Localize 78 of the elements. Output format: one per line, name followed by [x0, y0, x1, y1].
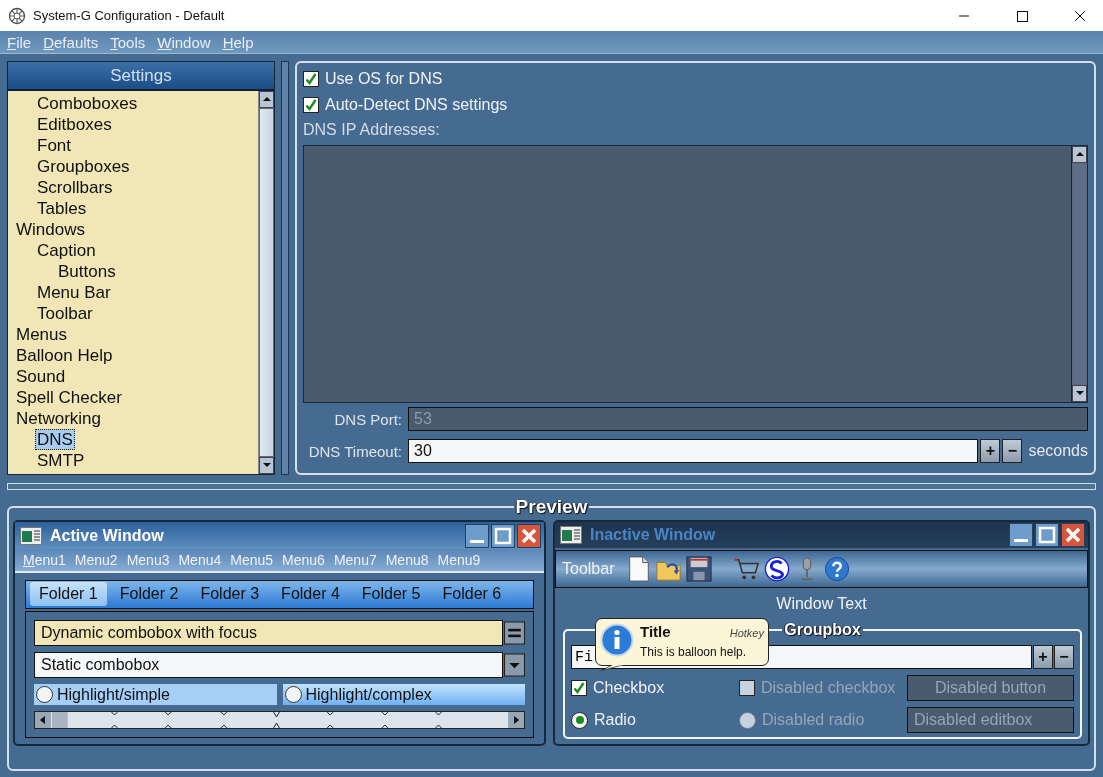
maximize-icon[interactable] — [1035, 523, 1059, 547]
tab[interactable]: Folder 2 — [110, 582, 188, 607]
tree-item[interactable]: Tables — [35, 198, 89, 219]
field-label: DNS Port: — [333, 410, 402, 428]
window-icon — [560, 526, 582, 544]
checkbox[interactable] — [571, 680, 587, 696]
checkbox-label: Use OS for DNS — [325, 70, 443, 88]
tree-item[interactable]: Font — [35, 135, 74, 156]
radio-button[interactable] — [571, 711, 588, 729]
preview-title: Preview — [514, 496, 589, 518]
close-icon[interactable] — [517, 523, 541, 548]
spin-button[interactable]: + — [1033, 645, 1053, 669]
groupbox-title: Groupbox — [783, 621, 862, 639]
radio-option[interactable]: Highlight/complex — [282, 684, 525, 705]
tree-item[interactable]: Scrollbars — [35, 177, 115, 198]
close-icon[interactable] — [1061, 523, 1085, 547]
checkbox[interactable] — [303, 97, 319, 113]
checkbox-label: Disabled checkbox — [761, 679, 896, 697]
equals-icon[interactable] — [504, 620, 525, 646]
toolbar-label: Toolbar — [562, 560, 615, 578]
spin-button[interactable]: − — [1002, 439, 1023, 463]
info-icon — [600, 623, 634, 657]
splitter-bar[interactable] — [7, 483, 1096, 490]
checkbox[interactable] — [303, 71, 319, 87]
radio-option[interactable]: Highlight/simple — [34, 684, 277, 705]
tab[interactable]: Folder 4 — [272, 582, 349, 607]
radio-label: Disabled radio — [762, 711, 865, 729]
window-title: System-G Configuration - Default — [33, 8, 225, 23]
combobox[interactable]: Dynamic combobox with focus — [34, 620, 503, 646]
tree-item[interactable]: Caption — [35, 240, 98, 261]
checkbox-label: Auto-Detect DNS settings — [325, 96, 508, 114]
window-icon — [20, 526, 42, 545]
tree-item[interactable]: Editboxes — [35, 114, 114, 135]
tree-item[interactable]: DNS — [35, 429, 75, 450]
maximize-icon[interactable] — [491, 523, 515, 548]
tree-item[interactable]: SMTP — [35, 450, 87, 471]
dropdown-icon[interactable] — [504, 652, 525, 678]
spin-button[interactable]: + — [980, 439, 1001, 463]
radio-label: Radio — [594, 711, 636, 729]
tree-item[interactable]: Networking — [14, 408, 104, 429]
shopping-cart-icon[interactable] — [734, 556, 761, 582]
splitter[interactable] — [281, 61, 289, 475]
help-icon[interactable] — [824, 556, 851, 582]
field-label: DNS Timeout: — [307, 442, 402, 460]
vertical-scrollbar[interactable] — [1071, 146, 1087, 402]
checkbox-label: Checkbox — [593, 679, 665, 697]
tab[interactable]: Folder 1 — [30, 582, 107, 607]
tab[interactable]: Folder 6 — [433, 582, 511, 607]
tree-item[interactable]: Sound — [14, 366, 68, 387]
horizontal-scrollbar[interactable] — [34, 711, 525, 729]
tree-item[interactable]: Balloon Help — [14, 345, 115, 366]
addresses-label: DNS IP Addresses: — [303, 121, 441, 139]
balloon-hotkey: Hotkey — [729, 627, 764, 639]
settings-header: Settings — [8, 62, 274, 91]
tree-item[interactable]: Windows — [14, 219, 87, 240]
tree-item[interactable]: Toolbar — [35, 303, 95, 324]
minimize-icon[interactable] — [1009, 523, 1033, 547]
tab[interactable]: Folder 5 — [352, 582, 430, 607]
tree-item[interactable]: Buttons — [56, 261, 118, 282]
vertical-scrollbar[interactable] — [258, 91, 274, 474]
tree-item[interactable]: Menus — [14, 324, 70, 345]
app-icon — [8, 6, 26, 25]
tree-item[interactable]: Menu Bar — [35, 282, 113, 303]
input-field[interactable]: 30 — [408, 439, 979, 463]
combobox[interactable]: Static combobox — [34, 652, 503, 678]
window-title: Inactive Window — [590, 526, 716, 544]
tab[interactable]: Folder 3 — [191, 582, 269, 607]
spiral-logo-icon[interactable] — [764, 556, 791, 582]
balloon-text: This is balloon help. — [640, 645, 748, 659]
minimize-icon[interactable] — [465, 523, 489, 548]
spin-button[interactable]: − — [1054, 645, 1074, 669]
window-text: Window Text — [775, 595, 868, 613]
unit-label: seconds — [1028, 442, 1088, 460]
window-title: Active Window — [50, 526, 164, 545]
tree-item[interactable]: Spell Checker — [14, 387, 124, 408]
tree-item[interactable]: Comboboxes — [35, 93, 140, 114]
balloon-title: Title — [640, 623, 671, 640]
tree-item[interactable]: Groupboxes — [35, 156, 132, 177]
